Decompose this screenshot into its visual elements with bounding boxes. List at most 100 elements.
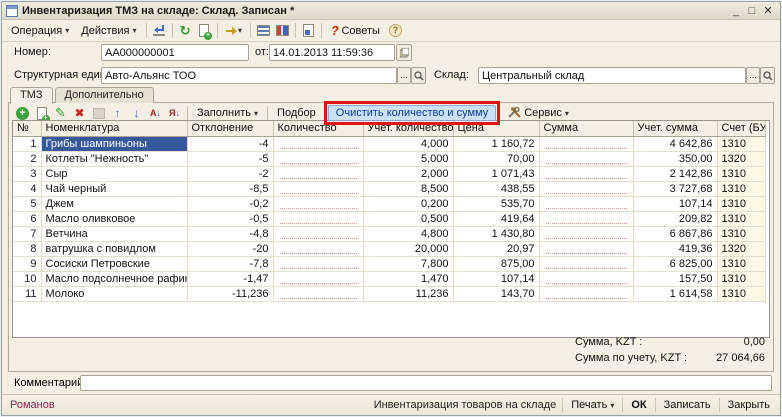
tab-tmz[interactable]: ТМЗ	[10, 87, 53, 104]
acc-quantity-cell[interactable]: 11,236	[363, 286, 453, 301]
sum-cell[interactable]	[539, 271, 633, 286]
deviation-cell[interactable]: -2	[187, 166, 273, 181]
row-number-cell[interactable]: 5	[13, 196, 41, 211]
acc-quantity-cell[interactable]: 2,000	[363, 166, 453, 181]
quantity-cell[interactable]	[273, 166, 363, 181]
deviation-cell[interactable]: -0,5	[187, 211, 273, 226]
deviation-cell[interactable]: -4,8	[187, 226, 273, 241]
quantity-cell[interactable]	[273, 226, 363, 241]
price-cell[interactable]: 107,14	[453, 271, 539, 286]
acc-sum-cell[interactable]: 6 867,86	[633, 226, 717, 241]
tab-additional[interactable]: Дополнительно	[55, 87, 154, 103]
account-cell[interactable]: 1310	[717, 256, 765, 271]
table-row[interactable]: 7 Ветчина -4,8 4,800 1 430,80 6 867,86 1…	[13, 226, 765, 241]
post-document-button[interactable]: ▾	[221, 22, 247, 40]
account-cell[interactable]: 1310	[717, 271, 765, 286]
acc-quantity-cell[interactable]: 20,000	[363, 241, 453, 256]
maximize-button[interactable]: □	[744, 4, 760, 18]
ok-button[interactable]: ОК	[629, 398, 648, 412]
quantity-cell[interactable]	[273, 211, 363, 226]
account-cell[interactable]: 1320	[717, 241, 765, 256]
nomenclature-cell[interactable]: Ветчина	[41, 226, 187, 241]
nomenclature-cell[interactable]: Грибы шампиньоны	[41, 136, 187, 151]
comment-field[interactable]	[80, 375, 772, 391]
deviation-cell[interactable]: -20	[187, 241, 273, 256]
document-movements-button[interactable]	[254, 22, 273, 40]
deviation-cell[interactable]: -1,47	[187, 271, 273, 286]
structural-unit-field[interactable]	[101, 67, 397, 84]
quantity-cell[interactable]	[273, 196, 363, 211]
sum-cell[interactable]	[539, 196, 633, 211]
price-cell[interactable]: 20,97	[453, 241, 539, 256]
row-number-cell[interactable]: 8	[13, 241, 41, 256]
unit-select-button[interactable]: ...	[397, 67, 411, 84]
account-cell[interactable]: 1310	[717, 211, 765, 226]
table-row[interactable]: 10 Масло подсолнечное рафиниро... -1,47 …	[13, 271, 765, 286]
account-cell[interactable]: 1310	[717, 181, 765, 196]
nomenclature-cell[interactable]: Котлеты "Нежность"	[41, 151, 187, 166]
pick-button[interactable]: Подбор	[271, 106, 322, 120]
acc-quantity-cell[interactable]: 4,000	[363, 136, 453, 151]
row-number-cell[interactable]: 9	[13, 256, 41, 271]
deviation-cell[interactable]: -8,5	[187, 181, 273, 196]
nomenclature-cell[interactable]: Чай черный	[41, 181, 187, 196]
row-number-cell[interactable]: 1	[13, 136, 41, 151]
acc-quantity-cell[interactable]: 8,500	[363, 181, 453, 196]
col-nomenclature[interactable]: Номенклатура	[41, 121, 187, 136]
nomenclature-cell[interactable]: Сосиски Петровские	[41, 256, 187, 271]
row-number-cell[interactable]: 6	[13, 211, 41, 226]
account-cell[interactable]: 1320	[717, 151, 765, 166]
warehouse-select-button[interactable]: ...	[746, 67, 760, 84]
row-number-cell[interactable]: 4	[13, 181, 41, 196]
table-row[interactable]: 1 Грибы шампиньоны -4 4,000 1 160,72 4 6…	[13, 136, 765, 151]
save-button[interactable]: Записать	[662, 398, 713, 412]
account-cell[interactable]: 1310	[717, 286, 765, 301]
table-row[interactable]: 9 Сосиски Петровские -7,8 7,800 875,00 6…	[13, 256, 765, 271]
close-window-button[interactable]: Закрыть	[726, 398, 772, 412]
acc-sum-cell[interactable]: 3 727,68	[633, 181, 717, 196]
row-number-cell[interactable]: 7	[13, 226, 41, 241]
close-button[interactable]: ✕	[760, 4, 776, 18]
copy-document-button[interactable]: +	[195, 22, 214, 40]
account-cell[interactable]: 1310	[717, 136, 765, 151]
acc-quantity-cell[interactable]: 7,800	[363, 256, 453, 271]
price-cell[interactable]: 143,70	[453, 286, 539, 301]
sum-cell[interactable]	[539, 211, 633, 226]
acc-sum-cell[interactable]: 107,14	[633, 196, 717, 211]
warehouse-field[interactable]	[478, 67, 746, 84]
calendar-picker-button[interactable]	[396, 44, 412, 61]
sum-cell[interactable]	[539, 226, 633, 241]
deviation-cell[interactable]: -5	[187, 151, 273, 166]
price-cell[interactable]: 875,00	[453, 256, 539, 271]
sum-cell[interactable]	[539, 181, 633, 196]
minimize-button[interactable]: _	[728, 4, 744, 18]
sum-cell[interactable]	[539, 151, 633, 166]
col-acc-sum[interactable]: Учет. сумма	[633, 121, 717, 136]
acc-quantity-cell[interactable]: 1,470	[363, 271, 453, 286]
col-deviation[interactable]: Отклонение	[187, 121, 273, 136]
acc-sum-cell[interactable]: 1 614,58	[633, 286, 717, 301]
warehouse-lookup-button[interactable]	[760, 67, 775, 84]
sum-cell[interactable]	[539, 136, 633, 151]
table-row[interactable]: 11 Молоко -11,236 11,236 143,70 1 614,58…	[13, 286, 765, 301]
table-row[interactable]: 2 Котлеты "Нежность" -5 5,000 70,00 350,…	[13, 151, 765, 166]
price-cell[interactable]: 535,70	[453, 196, 539, 211]
table-row[interactable]: 3 Сыр -2 2,000 1 071,43 2 142,86 1310	[13, 166, 765, 181]
sum-cell[interactable]	[539, 241, 633, 256]
quantity-cell[interactable]	[273, 241, 363, 256]
price-cell[interactable]: 438,55	[453, 181, 539, 196]
print-button[interactable]: Печать ▾	[569, 398, 616, 412]
structure-button[interactable]	[273, 22, 292, 40]
row-number-cell[interactable]: 11	[13, 286, 41, 301]
account-cell[interactable]: 1310	[717, 196, 765, 211]
acc-sum-cell[interactable]: 157,50	[633, 271, 717, 286]
sum-cell[interactable]	[539, 166, 633, 181]
nomenclature-cell[interactable]: Масло подсолнечное рафиниро...	[41, 271, 187, 286]
fill-button[interactable]: Заполнить ▾	[191, 106, 264, 120]
unit-lookup-button[interactable]	[411, 67, 426, 84]
help-button[interactable]: ?	[386, 22, 405, 40]
number-field[interactable]	[101, 44, 249, 61]
deviation-cell[interactable]: -4	[187, 136, 273, 151]
row-number-cell[interactable]: 2	[13, 151, 41, 166]
nomenclature-cell[interactable]: Масло оливковое	[41, 211, 187, 226]
